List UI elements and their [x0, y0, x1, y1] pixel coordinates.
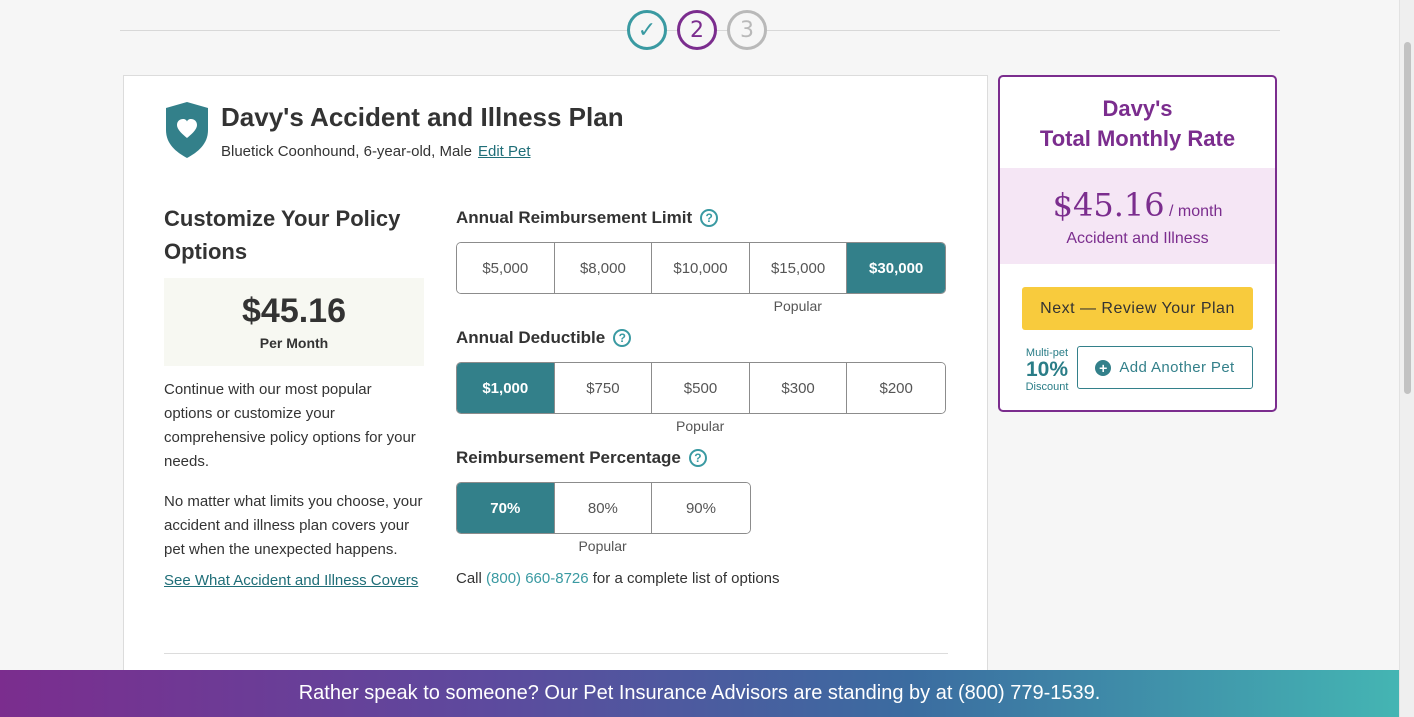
percentage-popular-label: Popular: [578, 538, 627, 554]
deductible-option[interactable]: $200: [847, 363, 945, 413]
limit-label-text: Annual Reimbursement Limit: [456, 208, 693, 227]
percentage-option[interactable]: 80%: [554, 483, 653, 533]
advisor-banner: Rather speak to someone? Our Pet Insuran…: [0, 670, 1399, 717]
percentage-label-text: Reimbursement Percentage: [456, 448, 681, 467]
limit-selector: $5,000 $8,000 $10,000 $15,000 $30,000: [456, 242, 946, 294]
add-another-pet-button[interactable]: + Add Another Pet: [1077, 346, 1253, 389]
summary-coverage: Accident and Illness: [1066, 230, 1209, 247]
customize-heading: Customize Your Policy Options: [164, 206, 401, 264]
limit-option[interactable]: $10,000: [652, 243, 750, 293]
summary-per: / month: [1169, 203, 1223, 220]
scrollbar-thumb[interactable]: [1404, 42, 1411, 394]
percentage-popular: Popular: [456, 538, 946, 556]
percentage-option[interactable]: 90%: [652, 483, 750, 533]
deductible-option[interactable]: $500: [652, 363, 750, 413]
pet-details-text: Bluetick Coonhound, 6-year-old, Male: [221, 143, 472, 160]
percentage-selector: 70% 80% 90%: [456, 482, 751, 534]
plus-circle-icon: +: [1095, 359, 1112, 376]
customize-column: Customize Your Policy Options $45.16 Per…: [164, 202, 424, 589]
edit-pet-link[interactable]: Edit Pet: [478, 143, 531, 160]
deductible-option[interactable]: $1,000: [457, 363, 555, 413]
monthly-price: $45.16: [242, 292, 346, 330]
help-icon[interactable]: ?: [688, 449, 707, 467]
customize-paragraph-2: No matter what limits you choose, your a…: [164, 493, 423, 558]
limit-option[interactable]: $30,000: [847, 243, 945, 293]
help-icon[interactable]: ?: [700, 209, 719, 227]
call-prefix: Call: [456, 570, 482, 587]
limit-label: Annual Reimbursement Limit ?: [456, 208, 946, 228]
call-phone-link[interactable]: (800) 660-8726: [486, 570, 589, 587]
percentage-label: Reimbursement Percentage ?: [456, 448, 946, 468]
price-period: Per Month: [259, 335, 329, 351]
limit-option[interactable]: $5,000: [457, 243, 555, 293]
deductible-label: Annual Deductible ?: [456, 328, 946, 348]
options-column: Annual Reimbursement Limit ? $5,000 $8,00…: [456, 208, 946, 587]
summary-amount: $45.16: [1052, 186, 1165, 224]
help-icon[interactable]: ?: [613, 329, 632, 347]
plan-card: Davy's Accident and Illness Plan Bluetic…: [123, 75, 988, 695]
limit-popular-label: Popular: [773, 298, 822, 314]
summary-title: Davy's Total Monthly Rate: [1000, 94, 1275, 154]
deductible-group: Annual Deductible ? $1,000 $750 $500 $300 $2…: [456, 328, 946, 436]
add-pet-label: Add Another Pet: [1119, 359, 1235, 376]
deductible-selector: $1,000 $750 $500 $300 $200: [456, 362, 946, 414]
limit-group: Annual Reimbursement Limit ? $5,000 $8,00…: [456, 208, 946, 316]
limit-option[interactable]: $15,000: [749, 243, 848, 293]
deductible-option[interactable]: $750: [554, 363, 653, 413]
rate-summary-panel: Davy's Total Monthly Rate $45.16 / month…: [998, 75, 1277, 412]
limit-option[interactable]: $8,000: [554, 243, 653, 293]
limit-popular: Popular: [456, 298, 946, 316]
call-line: Call (800) 660-8726 for a complete list …: [456, 570, 946, 587]
shield-heart-icon: [166, 102, 208, 158]
deductible-label-text: Annual Deductible: [456, 328, 606, 347]
price-box: $45.16 Per Month: [164, 278, 424, 366]
deductible-option[interactable]: $300: [749, 363, 848, 413]
progress-steps: ✓ 2 3: [627, 10, 767, 50]
customize-paragraph-1: Continue with our most popular options o…: [164, 381, 416, 470]
percentage-option[interactable]: 70%: [457, 483, 555, 533]
pet-details: Bluetick Coonhound, 6-year-old, Male Edit…: [221, 143, 624, 160]
next-review-plan-button[interactable]: Next — Review Your Plan: [1022, 287, 1253, 330]
see-coverage-link[interactable]: See What Accident and Illness Covers: [164, 572, 424, 589]
step-1-check-icon[interactable]: ✓: [627, 10, 667, 50]
scrollbar[interactable]: [1399, 0, 1414, 717]
step-3: 3: [727, 10, 767, 50]
card-divider: [164, 653, 948, 654]
call-suffix: for a complete list of options: [592, 570, 780, 587]
multi-pet-percent: 10%: [1025, 358, 1069, 381]
plan-title: Davy's Accident and Illness Plan: [221, 102, 624, 132]
percentage-group: Reimbursement Percentage ? 70% 80% 90% Pop…: [456, 448, 946, 556]
deductible-popular-label: Popular: [676, 418, 725, 434]
step-2: 2: [677, 10, 717, 50]
summary-title-pet: Davy's: [1102, 96, 1173, 121]
multi-pet-discount-label: Discount: [1025, 381, 1069, 393]
summary-price-box: $45.16 / month Accident and Illness: [1000, 168, 1275, 264]
summary-title-rate: Total Monthly Rate: [1039, 126, 1236, 151]
multi-pet-discount: Multi-pet 10% Discount: [1022, 347, 1072, 393]
deductible-popular: Popular: [456, 418, 946, 436]
plan-header: Davy's Accident and Illness Plan Bluetic…: [164, 102, 624, 160]
